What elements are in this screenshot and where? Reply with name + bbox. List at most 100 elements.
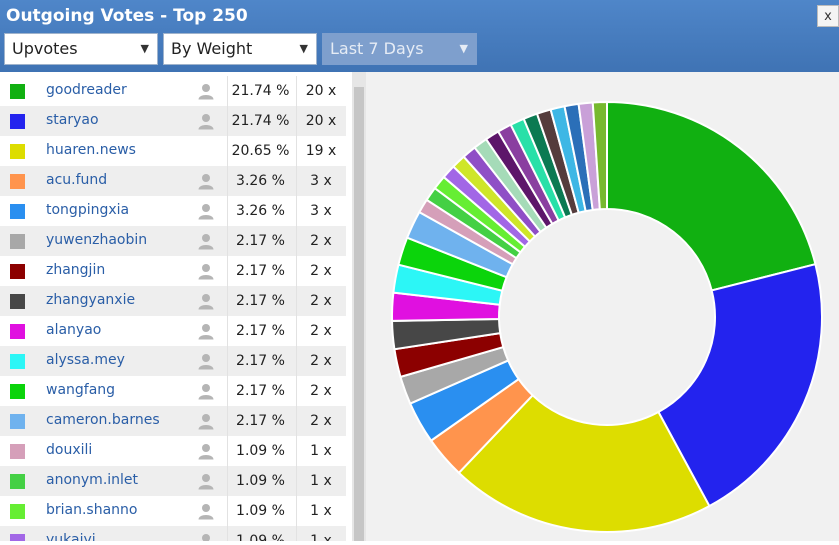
period-select[interactable]: Last 7 Days ▼	[322, 33, 477, 65]
chart-panel	[366, 72, 839, 541]
vote-count: 2 x	[296, 316, 345, 346]
user-link[interactable]: staryao	[46, 112, 99, 128]
person-icon[interactable]	[197, 112, 215, 130]
close-button[interactable]: x	[817, 5, 839, 27]
vote-percent: 2.17 %	[227, 376, 293, 406]
list-item: douxili 1.09 % 1 x	[0, 436, 346, 466]
list-item: tongpingxia 3.26 % 3 x	[0, 196, 346, 226]
list-item: zhangyanxie 2.17 % 2 x	[0, 286, 346, 316]
vote-count: 2 x	[296, 286, 345, 316]
vote-count: 20 x	[296, 106, 345, 136]
user-link[interactable]: yuwenzhaobin	[46, 232, 147, 248]
person-icon[interactable]	[197, 412, 215, 430]
color-swatch	[10, 264, 25, 279]
vote-count: 19 x	[296, 136, 345, 166]
vote-count: 2 x	[296, 256, 345, 286]
person-icon[interactable]	[197, 352, 215, 370]
color-swatch	[10, 414, 25, 429]
vote-type-select[interactable]: Upvotes ▼	[4, 33, 158, 65]
list-scrollbar[interactable]	[352, 72, 366, 541]
scrollbar-thumb[interactable]	[354, 87, 364, 541]
user-link[interactable]: cameron.barnes	[46, 412, 160, 428]
vote-percent: 2.17 %	[227, 316, 293, 346]
color-swatch	[10, 204, 25, 219]
person-icon[interactable]	[197, 262, 215, 280]
vote-percent: 21.74 %	[227, 76, 293, 106]
vote-count: 1 x	[296, 526, 345, 541]
user-link[interactable]: tongpingxia	[46, 202, 129, 218]
chevron-down-icon: ▼	[140, 42, 149, 55]
user-link[interactable]: zhangyanxie	[46, 292, 135, 308]
color-swatch	[10, 114, 25, 129]
vote-count: 1 x	[296, 496, 345, 526]
color-swatch	[10, 84, 25, 99]
list-item: goodreader 21.74 % 20 x	[0, 76, 346, 106]
vote-percent: 3.26 %	[227, 166, 293, 196]
person-icon[interactable]	[197, 382, 215, 400]
vote-percent: 1.09 %	[227, 436, 293, 466]
vote-percent: 2.17 %	[227, 346, 293, 376]
person-icon[interactable]	[197, 232, 215, 250]
list-item: huaren.news 20.65 % 19 x	[0, 136, 346, 166]
color-swatch	[10, 234, 25, 249]
vote-count: 2 x	[296, 406, 345, 436]
vote-percent: 2.17 %	[227, 256, 293, 286]
vote-count: 3 x	[296, 196, 345, 226]
period-value: Last 7 Days	[330, 39, 424, 58]
color-swatch	[10, 144, 25, 159]
vote-percent: 1.09 %	[227, 466, 293, 496]
window-title: Outgoing Votes - Top 250	[6, 6, 248, 26]
color-swatch	[10, 354, 25, 369]
sort-mode-select[interactable]: By Weight ▼	[163, 33, 317, 65]
person-icon[interactable]	[197, 82, 215, 100]
user-link[interactable]: wangfang	[46, 382, 115, 398]
user-link[interactable]: huaren.news	[46, 142, 136, 158]
vote-count: 1 x	[296, 466, 345, 496]
color-swatch	[10, 384, 25, 399]
vote-count: 2 x	[296, 226, 345, 256]
person-icon[interactable]	[197, 292, 215, 310]
person-icon[interactable]	[197, 532, 215, 541]
vote-count: 1 x	[296, 436, 345, 466]
vote-percent: 21.74 %	[227, 106, 293, 136]
user-link[interactable]: alanyao	[46, 322, 101, 338]
list-item: staryao 21.74 % 20 x	[0, 106, 346, 136]
user-link[interactable]: anonym.inlet	[46, 472, 138, 488]
vote-percent: 2.17 %	[227, 286, 293, 316]
person-icon[interactable]	[197, 172, 215, 190]
vote-count: 3 x	[296, 166, 345, 196]
color-swatch	[10, 324, 25, 339]
window-header: Outgoing Votes - Top 250 x Upvotes ▼ By …	[0, 0, 839, 72]
list-item: brian.shanno 1.09 % 1 x	[0, 496, 346, 526]
person-icon[interactable]	[197, 202, 215, 220]
sort-mode-value: By Weight	[171, 39, 253, 58]
vote-percent: 20.65 %	[227, 136, 293, 166]
user-link[interactable]: douxili	[46, 442, 92, 458]
color-swatch	[10, 534, 25, 541]
chevron-down-icon: ▼	[299, 42, 308, 55]
user-link[interactable]: zhangjin	[46, 262, 105, 278]
donut-slice[interactable]	[606, 100, 817, 292]
user-link[interactable]: acu.fund	[46, 172, 107, 188]
color-swatch	[10, 444, 25, 459]
vote-percent: 2.17 %	[227, 226, 293, 256]
person-icon[interactable]	[197, 322, 215, 340]
vote-percent: 3.26 %	[227, 196, 293, 226]
user-link[interactable]: alyssa.mey	[46, 352, 125, 368]
vote-percent: 2.17 %	[227, 406, 293, 436]
list-item: wangfang 2.17 % 2 x	[0, 376, 346, 406]
color-swatch	[10, 294, 25, 309]
person-icon[interactable]	[197, 472, 215, 490]
user-link[interactable]: brian.shanno	[46, 502, 138, 518]
vote-donut-chart	[391, 100, 823, 533]
color-swatch	[10, 474, 25, 489]
user-link[interactable]: goodreader	[46, 82, 127, 98]
person-icon[interactable]	[197, 502, 215, 520]
list-item: yuwenzhaobin 2.17 % 2 x	[0, 226, 346, 256]
list-item: anonym.inlet 1.09 % 1 x	[0, 466, 346, 496]
vote-percent: 1.09 %	[227, 496, 293, 526]
user-link[interactable]: yukaiyi	[46, 532, 96, 541]
list-item: acu.fund 3.26 % 3 x	[0, 166, 346, 196]
vote-count: 2 x	[296, 346, 345, 376]
person-icon[interactable]	[197, 442, 215, 460]
